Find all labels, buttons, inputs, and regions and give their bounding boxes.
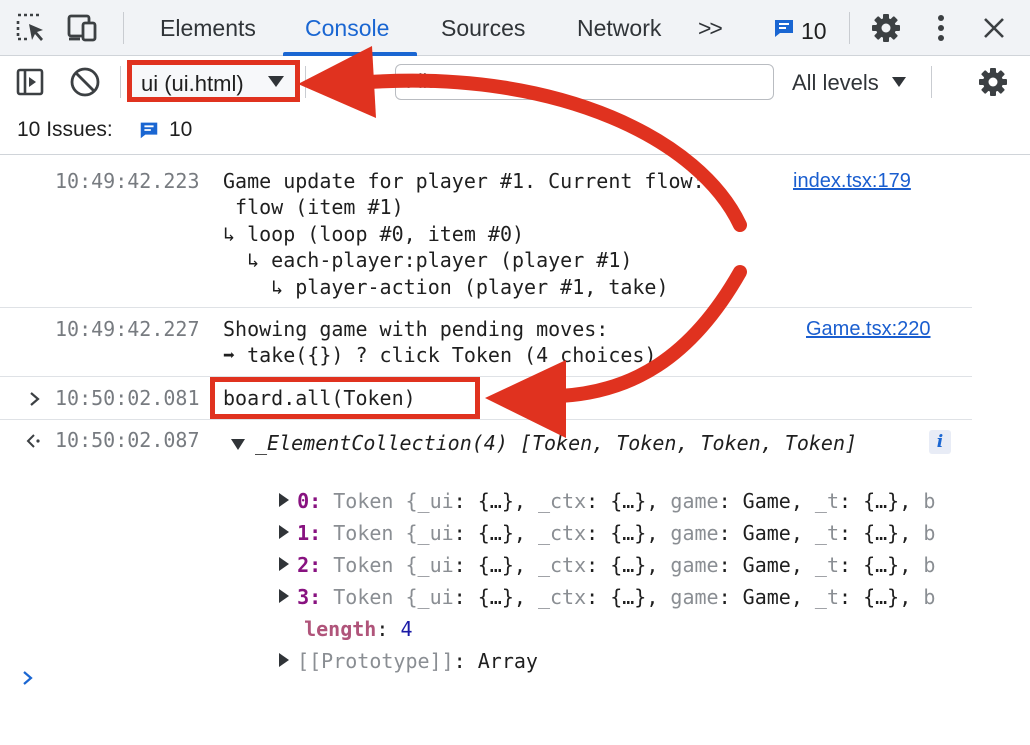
row-divider [0,419,972,420]
messages-count[interactable]: 10 [801,0,827,56]
toolbar-separator [123,12,124,44]
result-summary[interactable]: _ElementCollection(4) [Token, Token, Tok… [255,430,857,456]
log-message-line: ➡ take({}) ? click Token (4 choices) [223,343,657,367]
log-message-line: ↳ loop (loop #0, item #0) [223,222,525,246]
input-chevron-icon [28,390,42,413]
device-toolbar-icon[interactable] [66,10,102,46]
issues-label[interactable]: 10 Issues: [17,118,113,142]
devtools-tabbar: Elements Console Sources Network >> 10 [0,0,1030,56]
result-arrow-icon [25,432,45,455]
log-message-line: Showing game with pending moves: [223,317,609,341]
inspect-element-icon[interactable] [13,10,49,46]
row-divider [0,307,972,308]
row-divider [0,376,972,377]
command-timestamp: 10:50:02.081 [55,386,200,410]
tab-elements[interactable]: Elements [160,0,256,56]
js-context-label: ui (ui.html) [141,71,244,96]
expand-caret-icon[interactable] [231,439,245,450]
filter-input[interactable] [395,64,774,100]
toolbar-separator [305,66,306,98]
console-settings-icon[interactable] [975,64,1011,100]
close-icon[interactable] [976,10,1012,46]
log-message-line: flow (item #1) [223,195,404,219]
source-link[interactable]: Game.tsx:220 [806,316,931,342]
messages-icon[interactable] [766,10,802,46]
log-timestamp: 10:49:42.223 [55,169,200,193]
log-message-line: Game update for player #1. Current flow: [223,169,705,193]
info-icon[interactable]: i [929,430,951,454]
console-command[interactable]: board.all(Token) [223,385,416,411]
toolbar-separator [849,12,850,44]
log-levels-dropdown[interactable]: All levels [792,70,879,96]
source-link[interactable]: index.tsx:179 [793,168,911,194]
log-message-line: ↳ player-action (player #1, take) [223,275,669,299]
clear-console-icon[interactable] [67,64,103,100]
console-divider [0,154,1030,155]
issues-count[interactable]: 10 [169,118,192,142]
toolbar-separator [120,66,121,98]
result-timestamp: 10:50:02.087 [55,428,200,452]
more-tabs-icon[interactable]: >> [698,0,723,56]
sidebar-toggle-icon[interactable] [12,64,48,100]
toolbar-separator [931,66,932,98]
tab-network[interactable]: Network [577,0,661,56]
tab-console[interactable]: Console [305,0,389,56]
issues-icon[interactable] [138,119,160,146]
settings-icon[interactable] [868,10,904,46]
kebab-menu-icon[interactable] [923,10,959,46]
chevron-down-icon [892,77,906,87]
prototype-entry[interactable]: [[Prototype]]: Array [255,622,538,674]
expand-arrow-icon[interactable] [279,653,290,667]
console-prompt-icon[interactable] [21,668,35,693]
tab-sources[interactable]: Sources [441,0,525,56]
chevron-down-icon [268,76,284,87]
arrow-head [485,360,566,438]
log-timestamp: 10:49:42.227 [55,317,200,341]
log-message-line: ↳ each-player:player (player #1) [223,248,633,272]
